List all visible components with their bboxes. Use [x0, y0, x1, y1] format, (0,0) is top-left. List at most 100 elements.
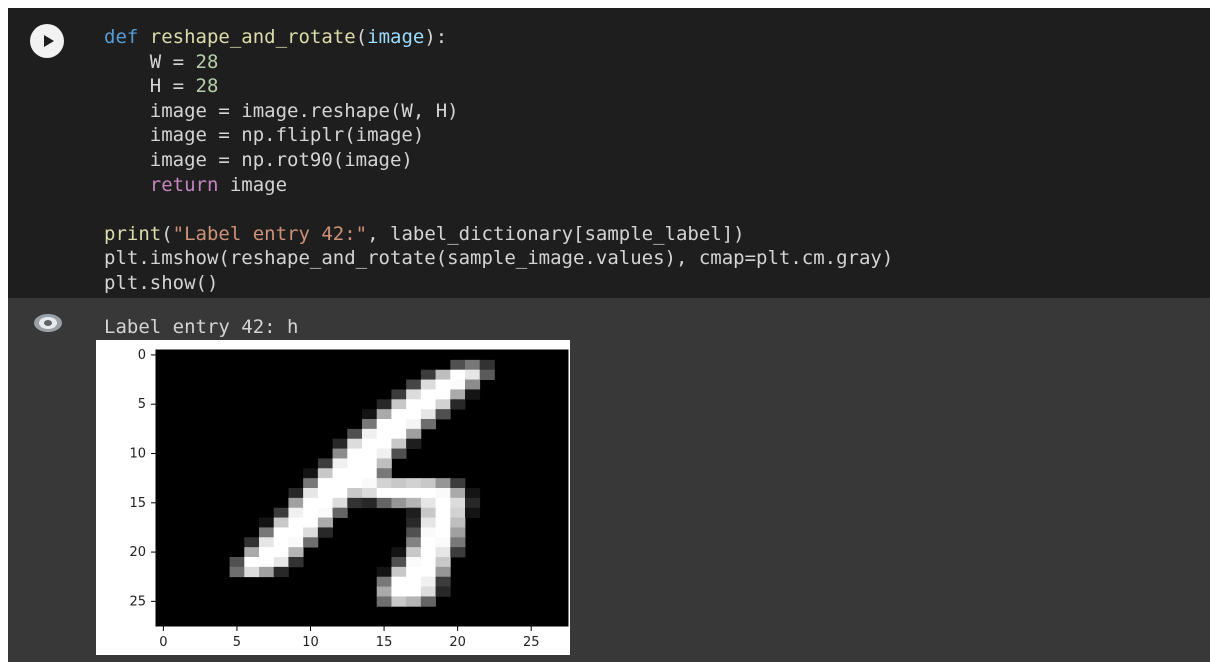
- plot-output: 0 5 10 15 20 25 0 5 10 15 20 25: [96, 340, 570, 655]
- heatmap-cell: [244, 547, 260, 558]
- heatmap-cell: [406, 428, 422, 440]
- heatmap-cell: [420, 497, 436, 509]
- y-tick-label: 5: [138, 397, 146, 412]
- heatmap-cell: [465, 359, 481, 371]
- heatmap-cell: [362, 488, 378, 499]
- heatmap-cell: [450, 497, 466, 509]
- output-avatar-icon: [34, 314, 62, 332]
- heatmap-cell: [465, 389, 481, 400]
- heatmap-cell: [288, 557, 304, 568]
- heatmap-cell: [435, 488, 451, 499]
- heatmap-cell: [465, 379, 481, 390]
- heatmap-cell: [317, 468, 333, 479]
- heatmap-cell: [317, 478, 333, 489]
- heatmap-cell: [420, 537, 436, 548]
- heatmap-cell: [347, 448, 363, 459]
- heatmap-cell: [288, 527, 304, 538]
- heatmap-cell: [450, 399, 466, 410]
- heatmap-cell: [288, 497, 304, 509]
- heatmap-cell: [376, 458, 392, 469]
- heatmap-cell: [420, 517, 436, 528]
- heatmap-cell: [362, 458, 378, 469]
- heatmap-cell: [303, 497, 319, 509]
- heatmap-cell: [420, 566, 436, 578]
- x-tick-label: 10: [302, 635, 319, 650]
- y-tick-label: 25: [129, 594, 146, 609]
- heatmap-cell: [391, 438, 407, 449]
- heatmap-cell: [435, 507, 451, 518]
- code-token: image: [218, 173, 288, 196]
- heatmap-cell: [317, 458, 333, 469]
- output-area: Label entry 42: h 0 5 10 15 20 25 0 5 10 15 20 25: [8, 298, 1210, 662]
- heatmap-cell: [391, 576, 407, 587]
- heatmap-cell: [420, 369, 436, 380]
- code-token: 28: [195, 75, 219, 98]
- heatmap-cell: [229, 557, 245, 568]
- heatmap-cell: [435, 517, 451, 528]
- code-token: return: [149, 173, 219, 196]
- heatmap-cell: [376, 409, 392, 420]
- heatmap-cell: [347, 468, 363, 479]
- heatmap-cell: [317, 497, 333, 509]
- heatmap-cell: [362, 428, 378, 440]
- heatmap-cell: [406, 409, 422, 420]
- heatmap-cell: [347, 428, 363, 440]
- heatmap-cell: [273, 566, 289, 578]
- code-token: H =: [104, 75, 196, 98]
- heatmap-cell: [406, 547, 422, 558]
- heatmap-cell: [406, 527, 422, 538]
- code-token: reshape_and_rotate: [149, 26, 356, 48]
- x-tick-label: 0: [159, 635, 167, 650]
- heatmap-cell: [435, 399, 451, 410]
- heatmap-cell: [391, 557, 407, 568]
- heatmap-cell: [391, 448, 407, 459]
- code-token: def: [104, 26, 139, 48]
- heatmap-cell: [406, 478, 422, 489]
- heatmap-cell: [420, 399, 436, 410]
- output-options-icon[interactable]: [32, 312, 64, 334]
- heatmap-cell: [376, 497, 392, 509]
- heatmap-cell: [450, 517, 466, 528]
- code-editor[interactable]: def reshape_and_rotate(image): W = 28 H …: [104, 25, 893, 296]
- heatmap-cell: [435, 379, 451, 390]
- heatmap-cell: [391, 547, 407, 558]
- heatmap-cell: [376, 438, 392, 449]
- heatmap-cell: [288, 488, 304, 499]
- code-token: print: [104, 222, 162, 245]
- heatmap-cell: [273, 557, 289, 568]
- heatmap-cell: [450, 389, 466, 400]
- heatmap-cell: [317, 527, 333, 538]
- heatmap-cell: [332, 468, 348, 479]
- heatmap-cell: [259, 527, 275, 538]
- heatmap-cell: [273, 537, 289, 548]
- heatmap-cell: [317, 488, 333, 499]
- notebook: def reshape_and_rotate(image): W = 28 H …: [8, 8, 1210, 662]
- heatmap-cell: [435, 576, 451, 587]
- heatmap-cell: [332, 448, 348, 459]
- heatmap-cell: [347, 497, 363, 509]
- heatmap-cell: [391, 566, 407, 578]
- heatmap-cell: [391, 419, 407, 430]
- heatmap-cell: [288, 547, 304, 558]
- heatmap-cell: [406, 576, 422, 587]
- code-token: image: [367, 26, 425, 48]
- heatmap-cell: [332, 478, 348, 489]
- heatmap-cell: [450, 369, 466, 380]
- heatmap-cell: [406, 488, 422, 499]
- heatmap-cell: [450, 478, 466, 489]
- heatmap-cell: [332, 507, 348, 518]
- heatmap-cell: [332, 497, 348, 509]
- heatmap-cell: [376, 576, 392, 587]
- code-cell[interactable]: def reshape_and_rotate(image): W = 28 H …: [8, 8, 1210, 298]
- heatmap-cell: [406, 419, 422, 430]
- y-tick-label: 0: [138, 348, 146, 363]
- run-cell-button[interactable]: [30, 24, 64, 58]
- heatmap-cell: [303, 537, 319, 548]
- code-token: (: [161, 222, 173, 245]
- heatmap-cell: [465, 497, 481, 509]
- imshow-plot: 0 5 10 15 20 25 0 5 10 15 20 25: [129, 348, 569, 650]
- heatmap-cell: [347, 438, 363, 449]
- heatmap-cell: [420, 419, 436, 430]
- heatmap-cell: [420, 586, 436, 597]
- heatmap-cell: [317, 507, 333, 518]
